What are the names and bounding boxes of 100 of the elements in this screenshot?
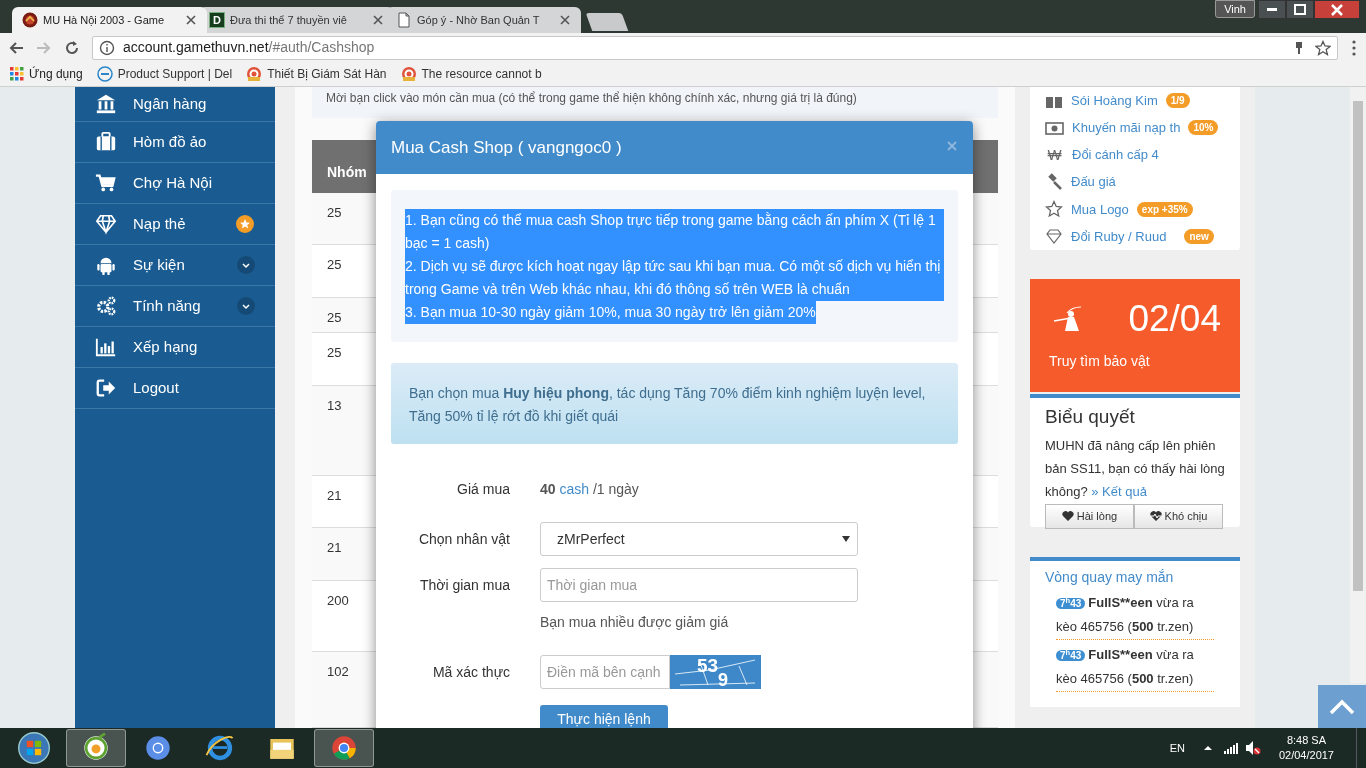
table-cell: 25 [327, 205, 342, 220]
sidebar-item[interactable]: Ngân hàng [75, 87, 275, 122]
captcha-text: 9 [718, 669, 728, 689]
signal-icon [1222, 742, 1239, 754]
url-text: account.gamethuvn.net/#auth/Cashshop [123, 38, 376, 57]
sidebar-item[interactable]: Hòm đồ ảo [75, 122, 275, 163]
sidebar-link[interactable]: Khuyến mãi nạp th 10% [1045, 114, 1240, 142]
sidebar-item[interactable]: Tính năng [75, 286, 275, 327]
star-icon [1045, 200, 1063, 219]
cart-icon [95, 172, 117, 194]
chevron-up-icon [1329, 698, 1355, 715]
close-icon [372, 14, 384, 26]
favicon: D [209, 12, 225, 28]
back-icon [8, 39, 24, 56]
diamond-icon [95, 213, 117, 235]
diamond-icon [1045, 227, 1063, 246]
star-badge-icon [235, 215, 255, 233]
taskbar-app-icon[interactable] [66, 729, 126, 767]
page-icon [396, 12, 412, 28]
table-cell: 200 [327, 593, 349, 608]
back-to-top-button[interactable] [1318, 685, 1366, 728]
field-label: Thời gian mua [418, 576, 510, 595]
target-icon [400, 66, 417, 82]
close-icon [1331, 3, 1343, 16]
sidebar-link[interactable]: Đấu giá [1045, 168, 1240, 196]
instruction-text: 3. Bạn mua 10-30 ngày giảm 10%, mua 30 ngày trở lên giảm 20% [405, 301, 816, 324]
badge: exp +35% [1136, 201, 1193, 217]
table-cell: 21 [327, 488, 342, 503]
chevron-up-icon [1202, 743, 1213, 753]
browser-tab[interactable]: Góp ý - Nhờ Ban Quản T [386, 7, 581, 33]
field-label: Mã xác thực [431, 663, 510, 682]
sidebar-item[interactable]: Chợ Hà Nội [75, 163, 275, 204]
sidebar-item[interactable]: Sự kiện [75, 245, 275, 286]
results-link[interactable]: » Kết quả [1091, 483, 1147, 499]
table-cell: 13 [327, 398, 342, 413]
bookmark[interactable]: Product Support | Del [96, 65, 233, 83]
maximize-icon [1294, 4, 1306, 15]
table-cell: 25 [327, 310, 342, 325]
instruction-text: 1. Bạn cũng có thể mua cash Shop trực tiếp trong game bằng cách ấn phím X (Tỉ lệ 1 bạc = 1 cash) [405, 209, 944, 255]
menu-icon [1350, 39, 1358, 56]
character-select[interactable]: zMrPerfect [540, 522, 858, 556]
field-label: Chọn nhân vật [417, 530, 510, 549]
time-badge: 7$^{h}$43 [1056, 598, 1086, 609]
sidebar-link[interactable]: Đổi Ruby / Ruud new [1045, 222, 1240, 251]
gears-icon [95, 295, 117, 317]
modal-title: Mua Cash Shop ( vangngoc0 ) [391, 136, 622, 159]
table-cell: 102 [327, 664, 349, 679]
heart-icon [1061, 510, 1074, 522]
help-text: Bạn mua nhiều được giảm giá [540, 613, 730, 632]
poll-title: Biểu quyết [1045, 405, 1136, 429]
bookmark[interactable]: The resource cannot b [400, 65, 542, 83]
vote-button[interactable]: Khó chịu [1134, 503, 1223, 529]
profile-button[interactable]: Vinh [1215, 0, 1255, 18]
game-logo-icon [22, 12, 38, 28]
badge: new [1184, 228, 1214, 244]
instruction-text: 2. Dịch vụ sẽ được kích hoạt ngay lập tức sau khi bạn mua. Có một số dịch vụ hiển thị trong Game và trên Web khác nhau, khi đó thông số trên WEB là chuẩn [405, 255, 944, 301]
time-input-field[interactable]: Thời gian mua [540, 568, 858, 602]
logout-icon [95, 377, 117, 399]
sidebar-link[interactable]: Sói Hoàng Kim 1/9 [1045, 87, 1240, 115]
chevron-down-icon [237, 297, 255, 315]
sidebar-link[interactable]: ₩ Đổi cánh cấp 4 [1045, 141, 1240, 169]
sidebar-link[interactable]: Mua Logo exp +35% [1045, 195, 1240, 223]
price-text: 40 cash /1 ngày [540, 480, 639, 499]
reload-icon [64, 39, 80, 56]
volume-muted-icon [1244, 740, 1261, 756]
currency-icon: ₩ [1045, 143, 1064, 167]
heartbeat-icon [1149, 510, 1162, 522]
window-control-button[interactable] [1314, 0, 1360, 19]
captcha-input-field[interactable]: Điền mã bên cạnh [540, 655, 670, 689]
wheel-entry-text: 7$^{h}$43 FullS**een vừa ra kèo 465756 (500 tr.zen) [1056, 591, 1214, 640]
app-logo-icon [16, 730, 52, 766]
bar-chart-icon [95, 336, 117, 358]
scrollbar[interactable] [1350, 87, 1366, 683]
apps-icon [10, 67, 24, 81]
field-label: Giá mua [456, 480, 510, 499]
address-bar[interactable]: account.gamethuvn.net/#auth/Cashshop [92, 35, 1338, 60]
sidebar-item[interactable]: Nạp thẻ [75, 204, 275, 245]
table-cell: 25 [327, 345, 342, 360]
window-control-button[interactable] [1286, 0, 1314, 19]
window-control-button[interactable] [1258, 0, 1286, 19]
tab-title: MU Hà Nội 2003 - Game [43, 12, 165, 28]
bookmark[interactable]: Thiết Bị Giám Sát Hàn [246, 65, 387, 83]
dropdown-arrow-icon [841, 534, 851, 544]
star-icon [1315, 39, 1331, 56]
circle-logo-icon [96, 66, 113, 82]
bank-icon [95, 93, 117, 115]
language-indicator[interactable]: EN [1169, 739, 1185, 757]
close-icon [559, 14, 571, 26]
browser-tab[interactable]: MU Hà Nội 2003 - Game [12, 7, 207, 33]
clock[interactable]: 8:48 SA 02/04/2017 [1278, 733, 1334, 763]
badge: 10% [1188, 120, 1219, 136]
vote-button[interactable]: Hài lòng [1045, 503, 1134, 529]
event-date: 02/04 [1128, 299, 1221, 339]
alert-message: Bạn chọn mua Huy hiệu phong, tác dụng Tăng 70% điểm kinh nghiệm luyện level, Tăng 50% tỉ lệ rớt đồ khi giết quái [391, 363, 958, 444]
tab-title: Góp ý - Nhờ Ban Quản T [417, 12, 540, 28]
bookmark[interactable]: Ứng dụng [10, 65, 83, 83]
event-label: Truy tìm bảo vật [1049, 352, 1151, 371]
target-icon [246, 66, 263, 82]
submit-button[interactable]: Thực hiện lệnh [540, 705, 668, 728]
new-tab-button[interactable] [585, 13, 629, 31]
